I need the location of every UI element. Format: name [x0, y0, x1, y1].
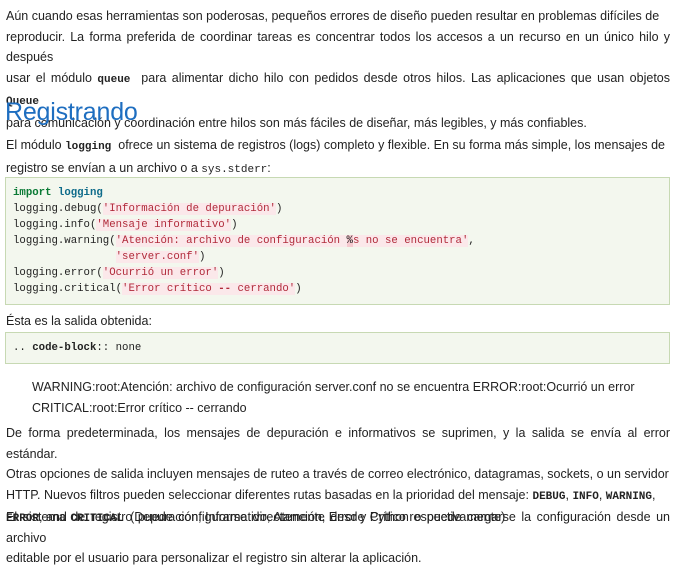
text-line: El módulo logging ofrece un sistema de r…	[6, 138, 666, 153]
text-line: El sistema de registro puede configurars…	[6, 510, 670, 545]
text-line: WARNING:root:Atención: archivo de config…	[32, 380, 635, 394]
text-line: De forma predeterminada, los mensajes de…	[6, 426, 670, 461]
text-line: Aún cuando esas herramientas son poderos…	[6, 9, 660, 23]
config-paragraph: El sistema de registro puede configurars…	[6, 507, 670, 569]
code-line: 'server.conf')	[115, 251, 206, 263]
inline-code: queue	[97, 73, 131, 86]
section-heading: Registrando	[5, 98, 138, 126]
text-line: reproducir. La forma preferida de coordi…	[6, 29, 670, 65]
code-line: logging.warning('Atención: archivo de co…	[13, 235, 475, 247]
log-output: WARNING:root:Atención: archivo de config…	[32, 377, 670, 418]
code-keyword: import	[13, 187, 52, 199]
code-block: import logging logging.debug('Informació…	[5, 177, 670, 305]
code-module: logging	[57, 187, 103, 199]
text-line: editable por el usuario para personaliza…	[6, 551, 422, 565]
output-label: Ésta es la salida obtenida:	[6, 314, 152, 328]
code-line: logging.info('Mensaje informativo')	[13, 219, 238, 231]
text-line: HTTP. Nuevos filtros pueden seleccionar …	[6, 487, 656, 503]
inline-code: logging	[65, 141, 112, 153]
code-line: logging.error('Ocurrió un error')	[13, 267, 225, 279]
text-line: Otras opciones de salida incluyen mensaj…	[6, 467, 669, 481]
logging-intro-paragraph: El módulo logging ofrece un sistema de r…	[6, 135, 670, 180]
inline-code: sys.stderr	[201, 163, 268, 176]
code-line: logging.critical('Error crítico -- cerra…	[13, 283, 302, 295]
code-line: logging.debug('Información de depuración…	[13, 203, 283, 215]
code-block-directive: .. code-block:: none	[5, 332, 670, 364]
text-line: CRITICAL:root:Error crítico -- cerrando	[32, 400, 247, 415]
